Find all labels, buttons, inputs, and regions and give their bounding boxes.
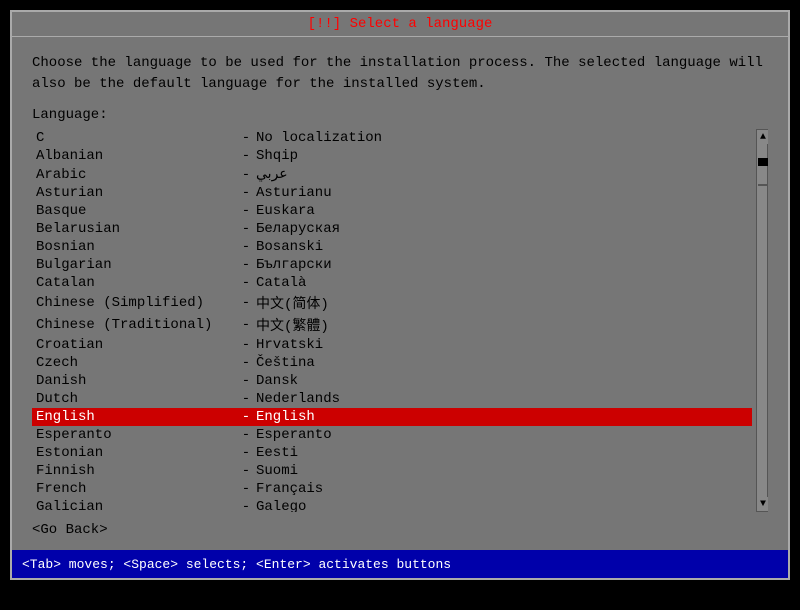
language-native: Dansk — [256, 373, 298, 389]
language-item[interactable]: Finnish-Suomi — [32, 462, 752, 480]
language-item[interactable]: Albanian-Shqip — [32, 147, 752, 165]
go-back-button[interactable]: <Go Back> — [32, 522, 108, 538]
scrollbar-track[interactable] — [757, 144, 767, 497]
language-name: Chinese (Traditional) — [36, 317, 236, 333]
language-native: عربي — [256, 166, 288, 183]
language-dash: - — [236, 130, 256, 146]
language-item[interactable]: Asturian-Asturianu — [32, 184, 752, 202]
language-dash: - — [236, 499, 256, 512]
language-dash: - — [236, 167, 256, 183]
language-name: Dutch — [36, 391, 236, 407]
language-native: Nederlands — [256, 391, 340, 407]
language-native: Hrvatski — [256, 337, 323, 353]
language-dash: - — [236, 409, 256, 425]
language-native: Asturianu — [256, 185, 332, 201]
language-dash: - — [236, 427, 256, 443]
language-native: Беларуская — [256, 221, 340, 237]
language-name: Catalan — [36, 275, 236, 291]
language-native: Български — [256, 257, 332, 273]
language-native: English — [256, 409, 315, 425]
language-name: Czech — [36, 355, 236, 371]
language-item[interactable]: Chinese (Simplified)-中文(简体) — [32, 292, 752, 314]
language-item[interactable]: French-Français — [32, 480, 752, 498]
language-dash: - — [236, 203, 256, 219]
language-name: Albanian — [36, 148, 236, 164]
language-dash: - — [236, 445, 256, 461]
scroll-up-arrow[interactable]: ▲ — [757, 130, 768, 144]
language-label: Language: — [32, 107, 768, 123]
language-native: 中文(简体) — [256, 293, 329, 313]
language-name: Bosnian — [36, 239, 236, 255]
language-name: Arabic — [36, 167, 236, 183]
language-name: C — [36, 130, 236, 146]
language-name: Finnish — [36, 463, 236, 479]
language-item[interactable]: Bosnian-Bosanski — [32, 238, 752, 256]
language-native: Esperanto — [256, 427, 332, 443]
language-native: No localization — [256, 130, 382, 146]
language-name: French — [36, 481, 236, 497]
language-item[interactable]: Arabic-عربي — [32, 165, 752, 184]
language-item[interactable]: Esperanto-Esperanto — [32, 426, 752, 444]
language-item[interactable]: Belarusian-Беларуская — [32, 220, 752, 238]
language-dash: - — [236, 355, 256, 371]
status-bar: <Tab> moves; <Space> selects; <Enter> ac… — [12, 550, 788, 578]
go-back-section: <Go Back> — [32, 520, 768, 540]
scrollbar[interactable]: ▲ ▼ — [756, 129, 768, 512]
language-item[interactable]: Croatian-Hrvatski — [32, 336, 752, 354]
language-item[interactable]: English-English — [32, 408, 752, 426]
language-dash: - — [236, 221, 256, 237]
window-title: [!!] Select a language — [308, 16, 493, 32]
language-dash: - — [236, 463, 256, 479]
language-item[interactable]: Galician-Galego — [32, 498, 752, 512]
description-text: Choose the language to be used for the i… — [32, 53, 768, 95]
language-item[interactable]: Chinese (Traditional)-中文(繁體) — [32, 314, 752, 336]
language-dash: - — [236, 317, 256, 333]
language-item[interactable]: Catalan-Català — [32, 274, 752, 292]
language-native: Suomi — [256, 463, 298, 479]
language-dash: - — [236, 337, 256, 353]
language-dash: - — [236, 148, 256, 164]
language-name: English — [36, 409, 236, 425]
scroll-thumb — [758, 158, 768, 166]
language-name: Croatian — [36, 337, 236, 353]
language-dash: - — [236, 391, 256, 407]
language-item[interactable]: Czech-Čeština — [32, 354, 752, 372]
language-native: Bosanski — [256, 239, 323, 255]
language-native: Euskara — [256, 203, 315, 219]
language-name: Esperanto — [36, 427, 236, 443]
status-text: <Tab> moves; <Space> selects; <Enter> ac… — [22, 557, 451, 572]
language-native: Shqip — [256, 148, 298, 164]
language-dash: - — [236, 239, 256, 255]
language-native: Français — [256, 481, 323, 497]
language-item[interactable]: Dutch-Nederlands — [32, 390, 752, 408]
language-name: Bulgarian — [36, 257, 236, 273]
language-item[interactable]: Estonian-Eesti — [32, 444, 752, 462]
language-list[interactable]: C-No localizationAlbanian-ShqipArabic-عر… — [32, 129, 752, 512]
language-dash: - — [236, 295, 256, 311]
language-name: Galician — [36, 499, 236, 512]
language-dash: - — [236, 257, 256, 273]
language-native: Čeština — [256, 355, 315, 371]
language-native: 中文(繁體) — [256, 315, 329, 335]
language-dash: - — [236, 275, 256, 291]
language-native: Eesti — [256, 445, 298, 461]
language-dash: - — [236, 373, 256, 389]
language-native: Galego — [256, 499, 306, 512]
language-item[interactable]: Basque-Euskara — [32, 202, 752, 220]
language-name: Chinese (Simplified) — [36, 295, 236, 311]
language-item[interactable]: C-No localization — [32, 129, 752, 147]
language-dash: - — [236, 185, 256, 201]
language-native: Català — [256, 275, 306, 291]
language-name: Belarusian — [36, 221, 236, 237]
language-dash: - — [236, 481, 256, 497]
language-item[interactable]: Danish-Dansk — [32, 372, 752, 390]
language-item[interactable]: Bulgarian-Български — [32, 256, 752, 274]
scroll-tick — [758, 184, 768, 186]
language-name: Basque — [36, 203, 236, 219]
language-name: Estonian — [36, 445, 236, 461]
scroll-down-arrow[interactable]: ▼ — [757, 497, 768, 511]
language-name: Danish — [36, 373, 236, 389]
title-bar: [!!] Select a language — [12, 12, 788, 37]
language-name: Asturian — [36, 185, 236, 201]
